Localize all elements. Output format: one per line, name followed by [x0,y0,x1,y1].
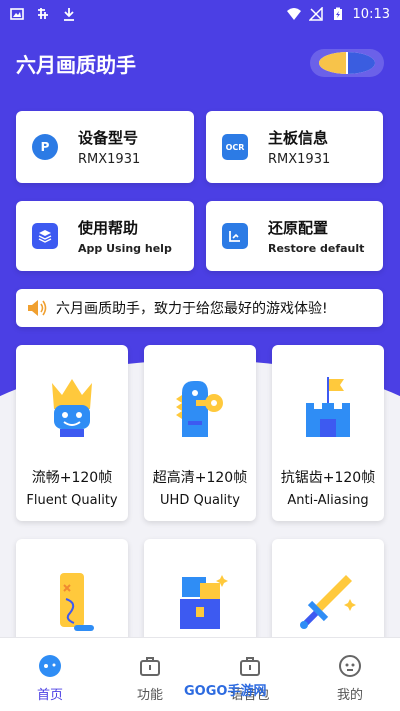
toolbox-icon [140,657,160,676]
download-icon [64,8,74,21]
feature-antialias-card[interactable]: 抗锯齿+120帧 Anti-Aliasing [272,345,384,521]
crown-face-icon [34,375,110,441]
layers-icon [32,223,58,249]
treasure-chest-icon [162,569,238,635]
feature-uhd-en: UHD Quality [160,493,240,508]
app-bar: 六月画质助手 [16,48,384,78]
sword-icon [290,569,366,635]
status-bar: 10:13 [0,0,400,28]
robot-face-icon [339,655,361,677]
feature-fluent-en: Fluent Quality [26,493,118,508]
feature-uhd-card[interactable]: 超高清+120帧 UHD Quality [144,345,256,521]
watermark-logo: GOGO手游网 [184,684,267,699]
app-title: 六月画质助手 [16,52,136,77]
nav-features[interactable]: 功能 [100,638,200,711]
restore-title: 还原配置 [268,219,329,237]
day-night-icon [319,52,375,74]
help-card[interactable]: 使用帮助 App Using help [16,201,194,271]
battery-charging-icon [333,7,342,20]
device-model-value: RMX1931 [78,152,141,167]
pen-p-icon: P [32,134,58,160]
board-info-card[interactable]: OCR 主板信息 RMX1931 [206,111,383,183]
image-icon [10,8,24,20]
feature-fluent-cn: 流畅+120帧 [31,470,113,486]
restore-icon [222,223,248,249]
feature-fluent-card[interactable]: 流畅+120帧 Fluent Quality [16,345,128,521]
board-info-value: RMX1931 [268,152,331,167]
device-model-card[interactable]: P 设备型号 RMX1931 [16,111,194,183]
device-model-title: 设备型号 [78,129,139,147]
theme-toggle-button[interactable] [310,49,384,77]
help-title: 使用帮助 [78,219,139,237]
clock: 10:13 [352,6,390,22]
carrier-icon [38,8,48,19]
nav-home[interactable]: 首页 [0,638,100,711]
restore-card[interactable]: 还原配置 Restore default [206,201,383,271]
speaker-icon [28,300,47,316]
no-sim-icon [308,7,323,21]
gamepad-icon [39,655,61,677]
bottom-navigation: 首页 功能 语音包 我的 [0,637,400,711]
nav-features-label: 功能 [136,688,163,703]
toolbox-icon [240,657,260,676]
feature-antialias-en: Anti-Aliasing [287,493,369,508]
nav-mine-label: 我的 [336,688,363,703]
nav-home-label: 首页 [36,688,63,703]
notice-text: 六月画质助手，致力于给您最好的游戏体验! [56,301,328,317]
wifi-icon [286,8,301,20]
nav-voice-pack[interactable]: 语音包 [200,638,300,711]
board-info-title: 主板信息 [268,129,329,147]
notice-bar: 六月画质助手，致力于给您最好的游戏体验! [16,289,383,327]
help-subtitle: App Using help [78,242,172,255]
castle-flag-icon [290,375,366,441]
feature-antialias-cn: 抗锯齿+120帧 [280,470,376,486]
ocr-icon: OCR [222,134,248,160]
dino-key-icon [162,375,238,441]
restore-subtitle: Restore default [268,242,365,255]
nav-mine[interactable]: 我的 [300,638,400,711]
feature-uhd-cn: 超高清+120帧 [152,470,248,486]
scroll-map-icon [34,569,110,635]
